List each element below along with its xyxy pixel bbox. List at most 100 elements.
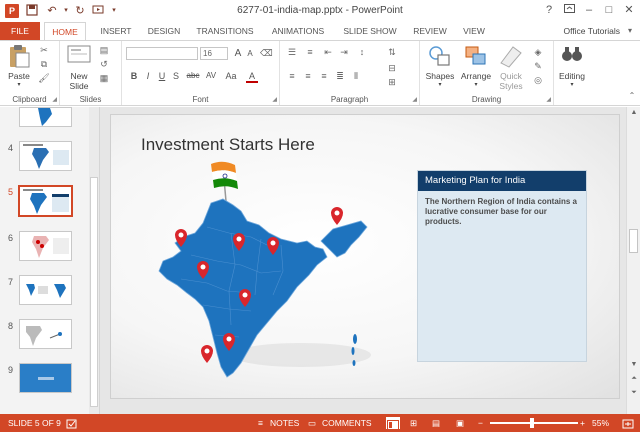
align-left-icon[interactable]: ≡ xyxy=(286,71,298,81)
close-button[interactable]: ✕ xyxy=(618,2,640,18)
comments-button[interactable]: COMMENTS xyxy=(322,414,372,432)
zoom-level[interactable]: 55% xyxy=(592,414,609,432)
slide-thumbnail-8[interactable] xyxy=(19,319,72,349)
increase-indent-icon[interactable]: ⇥ xyxy=(338,47,350,57)
shape-effects-icon[interactable]: ◎ xyxy=(532,75,544,85)
shape-fill-icon[interactable]: ◈ xyxy=(532,47,544,57)
shape-outline-icon[interactable]: ✎ xyxy=(532,61,544,71)
bold-button[interactable]: B xyxy=(128,71,140,81)
italic-button[interactable]: I xyxy=(142,71,154,81)
help-button[interactable]: ? xyxy=(538,2,560,18)
ribbon-display-options-icon[interactable] xyxy=(558,2,580,18)
scroll-down-icon[interactable]: ▼ xyxy=(627,361,640,368)
reading-view-icon[interactable]: ▤ xyxy=(432,414,440,432)
reset-icon[interactable]: ↺ xyxy=(98,59,110,69)
slide-thumbnail-partial[interactable] xyxy=(19,107,72,127)
align-right-icon[interactable]: ≡ xyxy=(318,71,330,81)
paragraph-launcher-icon[interactable]: ◢ xyxy=(412,96,417,103)
font-size-combo[interactable]: 16 xyxy=(200,47,228,60)
scroll-up-icon[interactable]: ▲ xyxy=(627,109,640,116)
numbering-icon[interactable]: ≡ xyxy=(304,47,316,57)
previous-slide-icon[interactable]: ⏶ xyxy=(627,375,640,383)
location-pin-icon[interactable] xyxy=(331,207,343,225)
paste-dropdown-icon[interactable]: ▾ xyxy=(4,81,34,88)
tab-review[interactable]: REVIEW xyxy=(408,22,452,40)
new-slide-button[interactable]: New Slide xyxy=(65,43,93,91)
tab-home[interactable]: HOME xyxy=(44,22,86,41)
shapes-button[interactable]: Shapes ▾ xyxy=(424,43,456,88)
arrange-button[interactable]: Arrange ▾ xyxy=(458,43,494,88)
slide-thumbnail-6[interactable] xyxy=(19,231,72,261)
minimize-button[interactable]: – xyxy=(578,2,600,18)
zoom-slider-track[interactable] xyxy=(490,422,578,424)
clipboard-launcher-icon[interactable]: ◢ xyxy=(52,96,57,103)
location-pin-icon[interactable] xyxy=(201,345,213,363)
increase-font-button[interactable]: A xyxy=(232,48,244,59)
justify-icon[interactable]: ≣ xyxy=(334,71,346,81)
tab-animations[interactable]: ANIMATIONS xyxy=(264,22,332,40)
collapse-ribbon-icon[interactable]: ⌃ xyxy=(626,91,638,101)
editing-dropdown-icon[interactable]: ▾ xyxy=(555,81,589,88)
smartart-icon[interactable]: ⊞ xyxy=(386,77,398,87)
slide-sorter-icon[interactable]: ⊞ xyxy=(410,414,417,432)
font-launcher-icon[interactable]: ◢ xyxy=(272,96,277,103)
decrease-indent-icon[interactable]: ⇤ xyxy=(322,47,334,57)
tab-view[interactable]: VIEW xyxy=(456,22,492,40)
character-spacing-button[interactable]: AV xyxy=(204,71,218,80)
shapes-dropdown-icon[interactable]: ▾ xyxy=(424,81,456,88)
editing-button[interactable]: Editing ▾ xyxy=(555,43,589,88)
format-painter-icon[interactable]: 🖌 xyxy=(38,73,50,83)
copy-icon[interactable]: ⧉ xyxy=(38,59,50,69)
slide-thumbnail-9[interactable] xyxy=(19,363,72,393)
decrease-font-button[interactable]: A xyxy=(244,49,256,58)
tab-design[interactable]: DESIGN xyxy=(142,22,186,40)
strikethrough-button[interactable]: abc xyxy=(184,71,202,80)
fit-slide-icon[interactable] xyxy=(622,414,634,432)
thumbnail-scrollbar[interactable] xyxy=(89,107,99,414)
cut-icon[interactable]: ✂ xyxy=(38,45,50,55)
font-color-button[interactable]: A xyxy=(246,71,258,83)
underline-button[interactable]: U xyxy=(156,71,168,81)
zoom-in-icon[interactable]: + xyxy=(580,414,585,432)
clear-formatting-icon[interactable]: ⌫ xyxy=(260,48,273,58)
arrange-dropdown-icon[interactable]: ▾ xyxy=(458,81,494,88)
center-icon[interactable]: ≡ xyxy=(302,71,314,81)
slide-canvas[interactable]: Investment Starts Here Marketing Plan fo… xyxy=(110,114,620,399)
slide-thumbnail-4[interactable] xyxy=(19,141,72,171)
tab-slide-show[interactable]: SLIDE SHOW xyxy=(340,22,400,40)
zoom-slider-thumb[interactable] xyxy=(530,418,534,428)
user-dropdown-icon[interactable]: ▾ xyxy=(628,22,632,40)
spellcheck-icon[interactable] xyxy=(66,414,78,432)
thumbnail-scrollbar-thumb[interactable] xyxy=(90,177,98,407)
columns-icon[interactable]: ⫴ xyxy=(350,71,362,81)
paste-button[interactable]: Paste ▾ xyxy=(4,43,34,88)
slide-vertical-scrollbar[interactable]: ▲ ▼ ⏶ ⏷ xyxy=(626,107,640,414)
slideshow-view-icon[interactable]: ▣ xyxy=(456,414,464,432)
text-direction-icon[interactable]: ⇅ xyxy=(386,47,398,57)
quick-styles-button[interactable]: Quick Styles xyxy=(494,43,528,91)
drawing-launcher-icon[interactable]: ◢ xyxy=(546,96,551,103)
vertical-scrollbar-thumb[interactable] xyxy=(629,229,638,253)
user-account[interactable]: Office Tutorials xyxy=(563,22,620,40)
section-icon[interactable]: ▦ xyxy=(98,73,110,83)
slide-thumbnail-5[interactable] xyxy=(18,185,73,217)
normal-view-icon[interactable] xyxy=(386,417,400,430)
line-spacing-icon[interactable]: ↕ xyxy=(356,47,368,57)
zoom-out-icon[interactable]: − xyxy=(478,414,483,432)
next-slide-icon[interactable]: ⏷ xyxy=(627,389,640,397)
shadow-button[interactable]: S xyxy=(170,71,182,81)
marketing-plan-panel[interactable]: Marketing Plan for India The Northern Re… xyxy=(417,170,587,362)
comments-icon[interactable]: ▭ xyxy=(308,414,316,432)
tab-transitions[interactable]: TRANSITIONS xyxy=(192,22,258,40)
align-text-icon[interactable]: ⊟ xyxy=(386,63,398,73)
tab-file[interactable]: FILE xyxy=(0,22,40,40)
maximize-button[interactable]: □ xyxy=(598,2,620,18)
font-name-combo[interactable] xyxy=(126,47,198,60)
bullets-icon[interactable]: ☰ xyxy=(286,47,298,57)
slide-thumbnail-7[interactable] xyxy=(19,275,72,305)
change-case-button[interactable]: Aa xyxy=(224,71,238,81)
notes-icon[interactable]: ≡ xyxy=(258,414,263,432)
tab-insert[interactable]: INSERT xyxy=(94,22,138,40)
layout-icon[interactable]: ▤ xyxy=(98,45,110,55)
notes-button[interactable]: NOTES xyxy=(270,414,299,432)
